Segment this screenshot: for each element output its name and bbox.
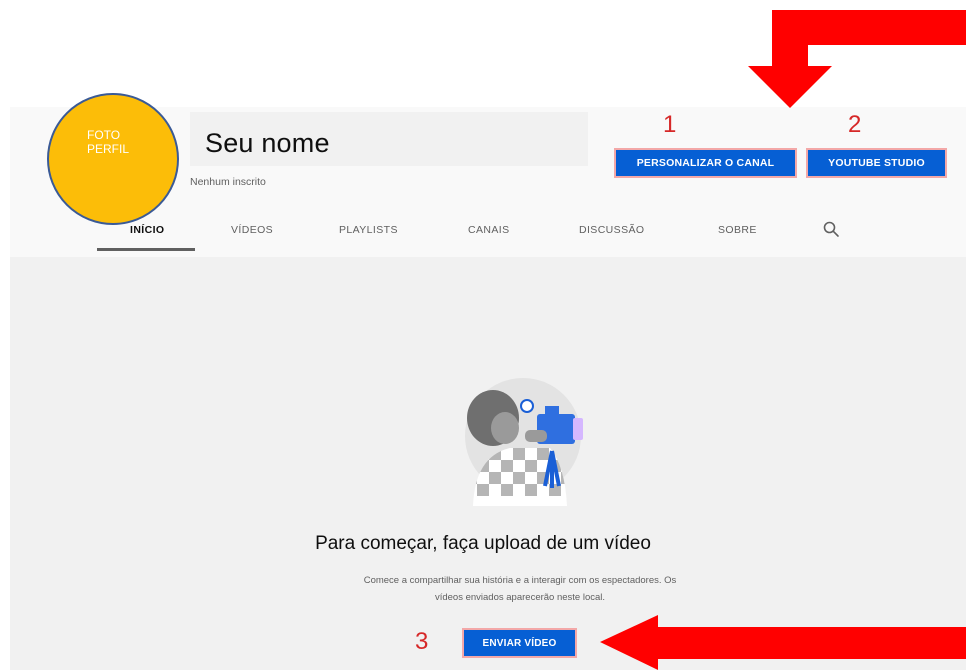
tab-sobre[interactable]: SOBRE bbox=[718, 224, 757, 236]
annotation-number-3: 3 bbox=[415, 628, 429, 655]
tab-playlists[interactable]: PLAYLISTS bbox=[339, 224, 398, 236]
empty-state-subtitle-line2: vídeos enviados aparecerão neste local. bbox=[434, 592, 606, 603]
search-icon[interactable] bbox=[822, 220, 840, 238]
subscriber-count: Nenhum inscrito bbox=[190, 176, 266, 188]
annotation-number-1: 1 bbox=[663, 111, 677, 138]
tab-discussao[interactable]: DISCUSSÃO bbox=[579, 224, 644, 236]
active-tab-indicator bbox=[97, 248, 195, 251]
channel-name: Seu nome bbox=[205, 128, 330, 158]
tab-inicio[interactable]: INÍCIO bbox=[130, 224, 165, 236]
video-camera-person-illustration bbox=[465, 378, 583, 506]
annotation-arrow-down-icon bbox=[748, 10, 966, 108]
upload-video-button[interactable]: ENVIAR VÍDEO bbox=[462, 628, 577, 658]
customize-channel-button[interactable]: PERSONALIZAR O CANAL bbox=[614, 148, 797, 178]
annotation-number-2: 2 bbox=[848, 111, 862, 138]
tab-videos[interactable]: VÍDEOS bbox=[231, 224, 273, 236]
annotation-arrow-left-icon bbox=[600, 615, 966, 670]
youtube-studio-button[interactable]: YOUTUBE STUDIO bbox=[806, 148, 947, 178]
tab-canais[interactable]: CANAIS bbox=[468, 224, 510, 236]
empty-state-subtitle: Comece a compartilhar sua história e a i… bbox=[300, 572, 740, 606]
empty-state-subtitle-line1: Comece a compartilhar sua história e a i… bbox=[363, 575, 677, 586]
empty-state-title: Para começar, faça upload de um vídeo bbox=[315, 533, 651, 554]
avatar[interactable] bbox=[47, 93, 179, 225]
avatar-label: FOTO PERFIL bbox=[87, 128, 130, 156]
